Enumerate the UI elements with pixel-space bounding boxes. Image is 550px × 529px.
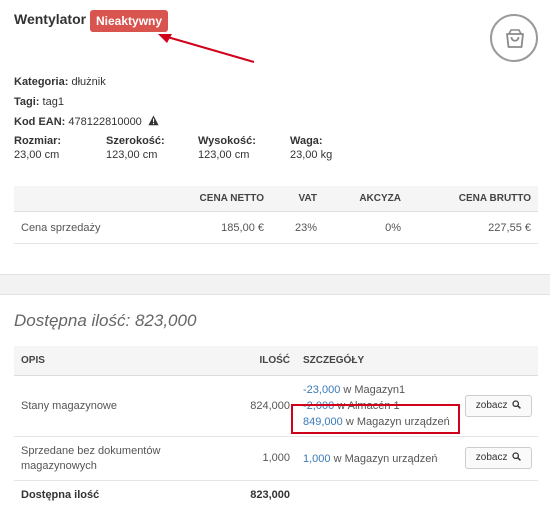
detail-text: w Magazyn1 — [340, 384, 406, 396]
table-row: Sprzedane bez dokumentów magazynowych 1,… — [14, 437, 538, 481]
dimension-size: Rozmiar: 23,00 cm — [14, 135, 61, 161]
detail-amount-link[interactable]: 1,000 — [303, 453, 331, 465]
tags-label: Tagi: — [14, 96, 40, 108]
price-akcyza: 0% — [385, 222, 401, 234]
shopping-bag-icon — [506, 29, 524, 48]
category-line: Kategoria: dłużnik — [14, 76, 106, 88]
highlight-box — [291, 404, 460, 434]
magnifier-icon — [512, 452, 522, 461]
header-opis: OPIS — [21, 355, 45, 366]
dimension-value: 23,00 kg — [290, 149, 333, 161]
view-button[interactable]: zobacz — [465, 395, 532, 417]
status-badge: Nieaktywny — [90, 10, 169, 32]
dimension-width: Szerokość: 123,00 cm — [106, 135, 165, 161]
ean-value: 478122810000 — [68, 116, 142, 128]
detail-amount-link[interactable]: -23,000 — [303, 384, 340, 396]
header-ilosc: ILOŚĆ — [259, 355, 290, 366]
ean-line: Kod EAN: 478122810000 — [14, 115, 159, 128]
warning-triangle-icon — [148, 115, 159, 126]
dimension-weight: Waga: 23,00 kg — [290, 135, 332, 161]
dimension-label: Rozmiar: — [14, 135, 62, 147]
detail-line: 1,000 w Magazyn urządzeń — [303, 451, 438, 467]
dimension-height: Wysokość: 123,00 cm — [198, 135, 256, 161]
category-value: dłużnik — [71, 76, 106, 88]
cart-button[interactable] — [490, 14, 538, 62]
price-netto: 185,00 € — [221, 222, 264, 234]
header-szczegoly: SZCZEGÓŁY — [303, 355, 365, 366]
dimension-label: Waga: — [290, 135, 323, 147]
view-button-label: zobacz — [475, 400, 508, 411]
row-description: Sprzedane bez dokumentów magazynowych — [21, 444, 160, 474]
row-details: 1,000 w Magazyn urządzeń — [303, 451, 438, 467]
header-vat: VAT — [298, 193, 317, 204]
total-row: Dostępna ilość 823,000 — [14, 484, 538, 508]
dimension-label: Wysokość: — [198, 135, 256, 147]
dimension-value: 123,00 cm — [106, 149, 158, 161]
price-row-label: Cena sprzedaży — [21, 222, 101, 234]
dimension-value: 123,00 cm — [198, 149, 250, 161]
category-label: Kategoria: — [14, 76, 69, 88]
header-brutto: CENA BRUTTO — [458, 193, 531, 204]
header-netto: CENA NETTO — [199, 193, 264, 204]
tags-value: tag1 — [42, 96, 64, 108]
available-quantity-title: Dostępna ilość: 823,000 — [14, 311, 197, 330]
price-row: Cena sprzedaży 185,00 € 23% 0% 227,55 € — [14, 213, 538, 244]
detail-text: w Magazyn urządzeń — [330, 453, 438, 465]
header-akcyza: AKCYZA — [359, 193, 401, 204]
section-gap — [0, 275, 550, 294]
product-name: Wentylator — [14, 11, 87, 27]
magnifier-icon — [512, 400, 522, 409]
price-vat: 23% — [294, 222, 317, 234]
row-description-line: magazynowych — [21, 460, 97, 472]
total-label: Dostępna ilość — [21, 489, 100, 501]
view-button-label: zobacz — [475, 452, 508, 463]
row-quantity: 824,000 — [250, 400, 290, 412]
row-description: Stany magazynowe — [21, 400, 117, 412]
row-description-line: Sprzedane bez dokumentów — [21, 445, 161, 457]
dimension-value: 23,00 cm — [14, 149, 60, 161]
dimension-label: Szerokość: — [106, 135, 165, 147]
row-quantity: 1,000 — [262, 452, 290, 464]
price-brutto: 227,55 € — [488, 222, 531, 234]
ean-label: Kod EAN: — [14, 116, 66, 128]
stock-table-header: OPIS ILOŚĆ SZCZEGÓŁY — [14, 346, 538, 376]
detail-line: -23,000 w Magazyn1 — [303, 382, 450, 398]
total-value: 823,000 — [250, 489, 290, 501]
price-table-header: CENA NETTO VAT AKCYZA CENA BRUTTO — [14, 186, 538, 212]
view-button[interactable]: zobacz — [465, 447, 532, 469]
annotation-arrow — [158, 34, 255, 63]
tags-line: Tagi: tag1 — [14, 96, 64, 108]
